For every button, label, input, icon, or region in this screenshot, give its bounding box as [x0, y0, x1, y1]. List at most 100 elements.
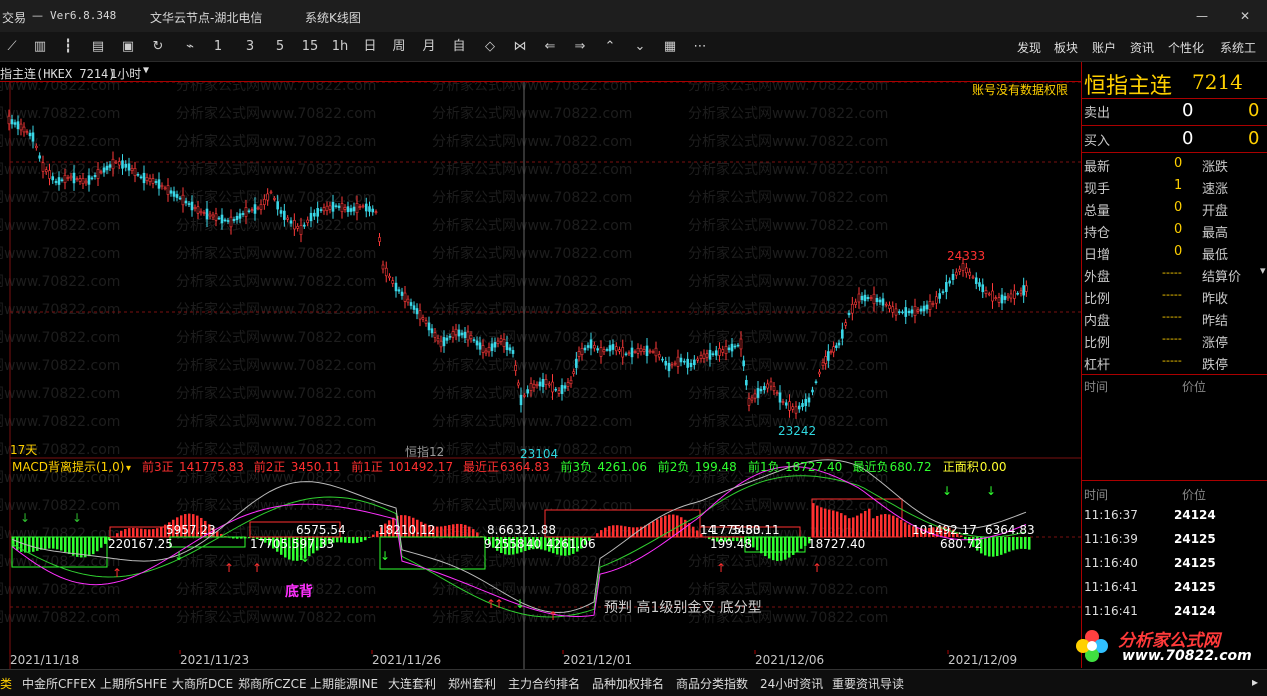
candle-body: [965, 267, 968, 274]
arrow-left-icon[interactable]: ⇐: [540, 38, 560, 56]
period-select[interactable]: 1小时: [110, 65, 141, 82]
status-tab[interactable]: 24小时资讯: [760, 675, 823, 692]
trend-line-icon[interactable]: ⟋: [2, 38, 22, 56]
status-tab[interactable]: 中金所CFFEX: [22, 675, 96, 692]
candle-body: [151, 178, 155, 184]
candle-body: [439, 340, 443, 348]
status-tab[interactable]: 上期所SHFE: [100, 675, 167, 692]
menu-system[interactable]: 系统工: [1220, 39, 1256, 56]
candle-body: [454, 328, 458, 336]
candle-body: [968, 271, 971, 276]
status-tab[interactable]: 商品分类指数: [676, 675, 748, 692]
period-15[interactable]: 15: [300, 38, 320, 56]
menu-personalize[interactable]: 个性化: [1168, 39, 1204, 56]
macd-stat-label: 前2正: [254, 459, 286, 474]
macd-bar: [460, 524, 463, 537]
candle-body: [391, 280, 395, 284]
status-tab[interactable]: 郑州套利: [448, 675, 496, 692]
box-label: 2558: [494, 537, 525, 551]
candle-body: [133, 168, 137, 176]
macd-bar: [868, 508, 871, 537]
box-label: 18727.40: [808, 537, 865, 551]
grid-icon[interactable]: ▦: [660, 38, 680, 56]
toolbar: ⟋ ▥ ┇ ▤ ▣ ↻ ⌁ 1 3 5 15 1h 日 周 月 自 ◇ ⋈ ⇐ …: [0, 32, 1267, 62]
status-tab[interactable]: 主力合约排名: [508, 675, 580, 692]
watermark-text: 分析家公式网www.70822.com: [688, 497, 888, 514]
kline-chart[interactable]: 分析家公式网www.70822.com 分析家公式网www.70822.com 分析…: [0, 82, 1081, 669]
draw-icon[interactable]: ⌁: [180, 38, 200, 56]
period-1[interactable]: 1: [208, 38, 228, 56]
period-week[interactable]: 周: [389, 38, 409, 56]
watermark-text: 分析家公式网www.70822.com: [432, 245, 632, 262]
status-tab[interactable]: 上期能源INE: [310, 675, 378, 692]
candle-body: [948, 280, 951, 284]
candle-body: [25, 131, 29, 133]
status-tab[interactable]: 重要资讯导读: [832, 675, 904, 692]
status-tab[interactable]: 类: [0, 675, 12, 692]
arrow-down-icon[interactable]: ⌄: [630, 38, 650, 56]
period-1h[interactable]: 1h: [330, 38, 350, 56]
period-5[interactable]: 5: [270, 38, 290, 56]
menu-news[interactable]: 资讯: [1130, 39, 1154, 56]
save-icon[interactable]: ▣: [118, 38, 138, 56]
candle-body: [589, 339, 593, 349]
low-price-label-2: 23242: [778, 424, 816, 438]
candle-body: [529, 383, 533, 391]
box-label: 5957.23: [166, 523, 216, 537]
window-menu-label[interactable]: 系统K线图: [305, 9, 361, 26]
candle-body: [457, 329, 461, 337]
status-tab[interactable]: 郑商所CZCE: [238, 675, 307, 692]
candle-body: [621, 347, 625, 358]
candle-body: [642, 349, 646, 352]
watermark-text: 分析家公式网www.70822.com: [432, 357, 632, 374]
candle-body: [551, 381, 554, 393]
candle-body: [130, 167, 134, 172]
candle-body: [105, 165, 109, 171]
candle-body: [781, 401, 785, 403]
candle-body: [614, 346, 618, 352]
period-month[interactable]: 月: [419, 38, 439, 56]
date-tick-label: 2021/11/26: [372, 653, 441, 667]
status-tab[interactable]: 品种加权排名: [592, 675, 664, 692]
candle-body: [945, 282, 948, 292]
window-icon[interactable]: ▤: [88, 38, 108, 56]
menu-account[interactable]: 账户: [1092, 39, 1116, 56]
candle-icon[interactable]: ┇: [58, 38, 78, 56]
candle-body: [971, 276, 975, 279]
refresh-icon[interactable]: ↻: [148, 38, 168, 56]
bar-chart-icon[interactable]: ▥: [30, 38, 50, 56]
period-custom[interactable]: 自: [449, 38, 469, 56]
status-tab[interactable]: 大商所DCE: [172, 675, 233, 692]
watermark-text: 分析家公式网www.70822.com: [176, 609, 376, 626]
zoom-in-icon[interactable]: ◇: [480, 38, 500, 56]
quote-row: 持仓 0 最高: [1082, 220, 1267, 242]
zoom-out-icon[interactable]: ⋈: [510, 38, 530, 56]
tick-price: 24125: [1174, 580, 1216, 594]
macd-chevron-icon[interactable]: ▾: [126, 463, 131, 474]
minimize-icon[interactable]: —: [1196, 9, 1208, 23]
candle-body: [916, 309, 920, 312]
status-tab[interactable]: 大连套利: [388, 675, 436, 692]
arrow-up-icon[interactable]: ⌃: [600, 38, 620, 56]
menu-discover[interactable]: 发现: [1017, 39, 1041, 56]
quote-row-value: -----: [1162, 332, 1182, 345]
quote-row-right-label: 结算价: [1202, 270, 1242, 285]
candle-body: [202, 212, 206, 214]
watermark-text: 分析家公式网www.70822.com: [0, 329, 120, 346]
period-day[interactable]: 日: [360, 38, 380, 56]
close-icon[interactable]: ✕: [1240, 9, 1250, 23]
dropdown-caret-icon[interactable]: ▾: [1260, 264, 1266, 277]
chevron-down-icon[interactable]: ▼: [143, 65, 149, 76]
macd-bar: [32, 537, 35, 552]
candle-body: [730, 343, 734, 352]
candle-body: [541, 379, 545, 387]
watermark-text: 分析家公式网www.70822.com: [0, 609, 120, 626]
period-3[interactable]: 3: [240, 38, 260, 56]
candle-body: [673, 362, 677, 365]
watermark-text: 分析家公式网www.70822.com: [688, 385, 888, 402]
macd-title[interactable]: MACD背离提示(1,0): [12, 459, 124, 474]
menu-sector[interactable]: 板块: [1054, 39, 1078, 56]
more-icon[interactable]: ⋯: [690, 38, 710, 56]
scroll-right-icon[interactable]: ▸: [1252, 675, 1258, 689]
arrow-right-icon[interactable]: ⇒: [570, 38, 590, 56]
